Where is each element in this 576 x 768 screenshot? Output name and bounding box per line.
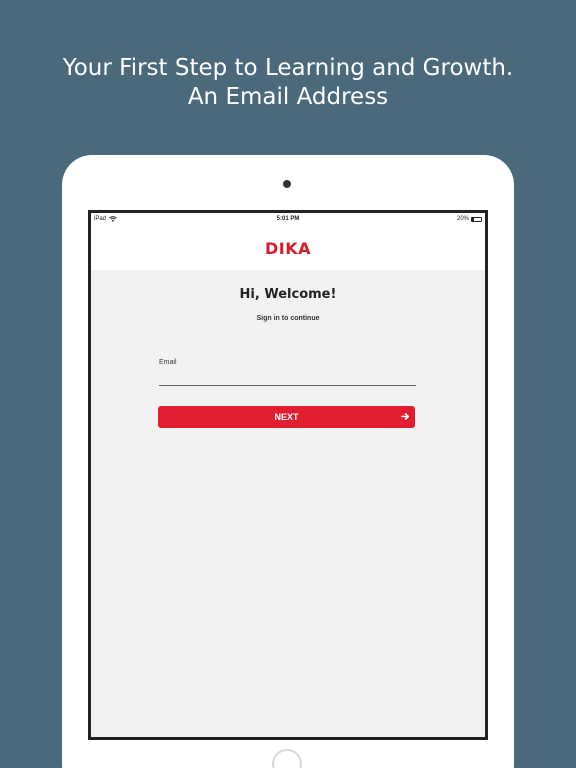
- camera-icon: [283, 180, 291, 188]
- battery-percent: 20%: [456, 216, 469, 222]
- email-field[interactable]: [159, 370, 416, 386]
- ipad-device-frame: iPad 5:01 PM 20% DIKA Hi, Welcome! Sign …: [62, 155, 514, 768]
- promo-headline: Your First Step to Learning and Growth. …: [0, 54, 576, 112]
- headline-line-1: Your First Step to Learning and Growth.: [62, 55, 514, 81]
- welcome-title: Hi, Welcome!: [239, 287, 337, 302]
- next-button[interactable]: NEXT: [158, 406, 415, 428]
- device-screen: iPad 5:01 PM 20% DIKA Hi, Welcome! Sign …: [88, 210, 488, 740]
- next-button-label: NEXT: [274, 412, 299, 422]
- page: Your First Step to Learning and Growth. …: [0, 0, 576, 768]
- headline-line-2: An Email Address: [187, 84, 389, 110]
- status-time: 5:01 PM: [276, 216, 300, 222]
- dika-logo: DIKA: [264, 239, 311, 258]
- app-header: DIKA: [91, 227, 485, 270]
- welcome-subtitle: Sign in to continue: [256, 315, 320, 322]
- email-label: Email: [159, 359, 177, 366]
- battery-icon: [471, 216, 482, 222]
- login-form: Hi, Welcome! Sign in to continue Email N…: [91, 270, 485, 737]
- status-bar: iPad 5:01 PM 20%: [91, 213, 485, 227]
- home-button[interactable]: [272, 749, 302, 768]
- arrow-right-icon: [401, 412, 410, 421]
